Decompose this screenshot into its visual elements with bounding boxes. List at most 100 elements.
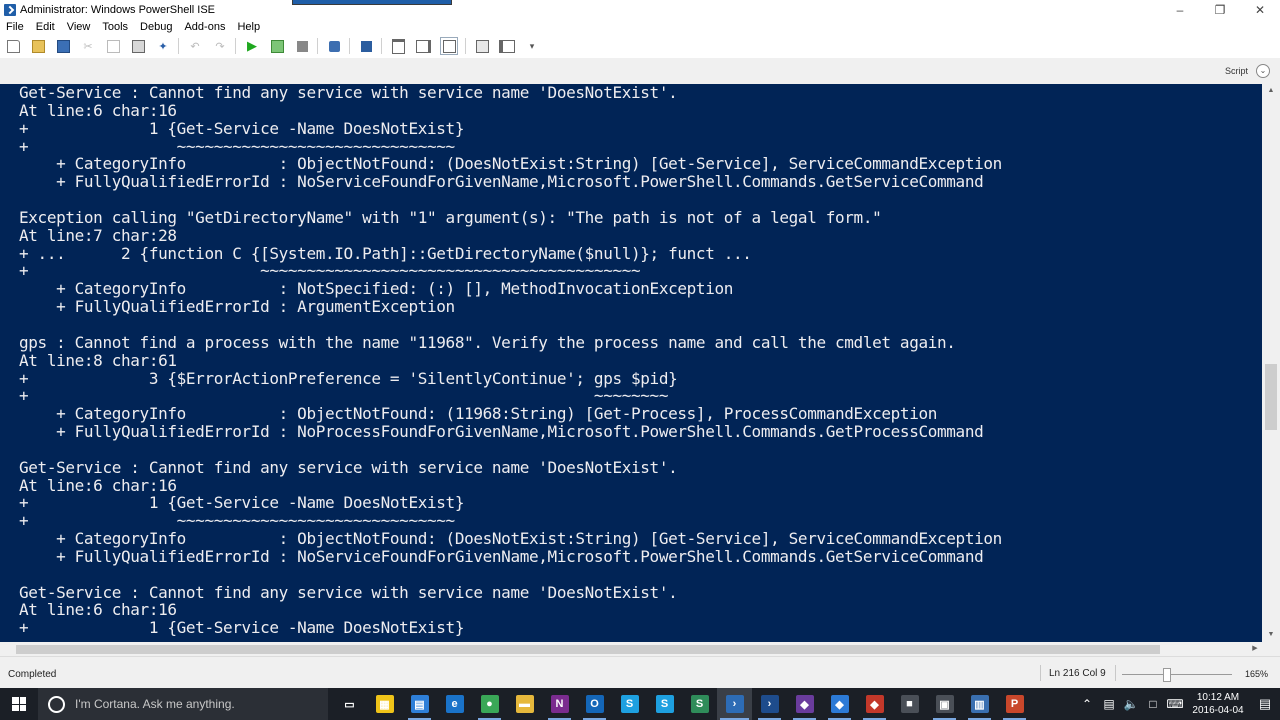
volume-icon[interactable]: 🔈 bbox=[1120, 697, 1142, 711]
taskbar-app-folder[interactable]: ▬ bbox=[507, 688, 542, 720]
taskbar-app-task-view[interactable]: ▭ bbox=[332, 688, 367, 720]
skype-business-icon: S bbox=[655, 695, 674, 713]
stop-icon[interactable] bbox=[294, 38, 310, 54]
menu-tools[interactable]: Tools bbox=[96, 21, 134, 33]
cortana-search-box[interactable]: I'm Cortana. Ask me anything. bbox=[38, 688, 328, 720]
console-vertical-scrollbar[interactable]: ▲ ▼ bbox=[1262, 84, 1280, 642]
vertical-scroll-thumb[interactable] bbox=[1265, 364, 1277, 430]
cursor-position: Ln 216 Col 9 bbox=[1049, 668, 1106, 679]
taskbar-app-network[interactable]: ▥ bbox=[962, 688, 997, 720]
folder-icon: ▬ bbox=[515, 695, 534, 713]
menu-debug[interactable]: Debug bbox=[134, 21, 178, 33]
menu-help[interactable]: Help bbox=[231, 21, 266, 33]
new-remote-tab-icon[interactable] bbox=[326, 38, 342, 54]
console-line: Exception calling "GetDirectoryName" wit… bbox=[19, 207, 882, 227]
network-icon[interactable]: ▤ bbox=[1098, 697, 1120, 711]
redo-icon[interactable]: ↷ bbox=[212, 38, 228, 54]
clear-console-icon[interactable]: ✦ bbox=[155, 38, 171, 54]
scroll-right-icon[interactable]: ▶ bbox=[1248, 642, 1262, 656]
run-script-icon[interactable]: ▶ bbox=[244, 38, 260, 54]
undo-icon[interactable]: ↶ bbox=[187, 38, 203, 54]
show-script-top-icon[interactable] bbox=[390, 38, 406, 54]
script-pane-label[interactable]: Script bbox=[1225, 66, 1248, 76]
console-line: + ~~~~~~~~~~~~~~~~~~~~~~~~~~~~~~ bbox=[19, 511, 455, 531]
save-icon[interactable] bbox=[55, 38, 71, 54]
show-hidden-icons-icon[interactable]: ⌃ bbox=[1076, 697, 1098, 711]
horizontal-scroll-thumb[interactable] bbox=[16, 645, 1160, 654]
console-horizontal-scrollbar[interactable]: ▶ bbox=[0, 642, 1262, 656]
zoom-slider-thumb[interactable] bbox=[1163, 668, 1171, 682]
skype-icon: S bbox=[620, 695, 639, 713]
taskbar-app-visual-studio[interactable]: ◆ bbox=[787, 688, 822, 720]
calculator-icon: ▦ bbox=[375, 695, 394, 713]
cortana-placeholder: I'm Cortana. Ask me anything. bbox=[75, 697, 235, 711]
message-icon[interactable]: □ bbox=[1142, 697, 1164, 711]
taskbar-app-onenote[interactable]: N bbox=[542, 688, 577, 720]
paste-icon[interactable] bbox=[130, 38, 146, 54]
console-line: + CategoryInfo : ObjectNotFound: (DoesNo… bbox=[19, 529, 1002, 549]
close-button[interactable]: ✕ bbox=[1240, 0, 1280, 20]
powershell-ise-icon bbox=[4, 4, 16, 16]
open-folder-icon[interactable] bbox=[30, 38, 46, 54]
taskbar-app-powerpoint[interactable]: P bbox=[997, 688, 1032, 720]
console-line: + FullyQualifiedErrorId : NoServiceFound… bbox=[19, 172, 984, 192]
console-line: + CategoryInfo : ObjectNotFound: (DoesNo… bbox=[19, 154, 1002, 174]
cut-icon[interactable]: ✂ bbox=[80, 38, 96, 54]
chrome-icon: ● bbox=[480, 695, 499, 713]
show-addon-icon[interactable] bbox=[499, 38, 515, 54]
taskbar-app-terminal[interactable]: ▣ bbox=[927, 688, 962, 720]
console-line: At line:8 char:61 bbox=[19, 350, 177, 370]
status-separator bbox=[1040, 665, 1041, 681]
taskbar-app-outlook[interactable]: O bbox=[577, 688, 612, 720]
taskbar-clock[interactable]: 10:12 AM 2016-04-04 bbox=[1186, 691, 1250, 717]
new-file-icon[interactable] bbox=[5, 38, 21, 54]
window-drag-indicator bbox=[292, 0, 452, 5]
menu-addons[interactable]: Add-ons bbox=[178, 21, 231, 33]
console-line: + 1 {Get-Service -Name DoesNotExist} bbox=[19, 118, 465, 138]
toolbar-separator bbox=[178, 38, 179, 54]
taskbar-app-powershell-ise[interactable]: › bbox=[717, 688, 752, 720]
show-script-right-icon[interactable] bbox=[415, 38, 431, 54]
start-button[interactable] bbox=[0, 688, 38, 720]
scroll-up-icon[interactable]: ▲ bbox=[1262, 84, 1280, 98]
taskbar-app-calculator[interactable]: ▦ bbox=[367, 688, 402, 720]
taskbar-app-skype[interactable]: S bbox=[612, 688, 647, 720]
taskbar: I'm Cortana. Ask me anything. ▭ ▦ ▤ e ● ▬ N O S S… bbox=[0, 688, 1280, 720]
taskbar-app-chrome[interactable]: ● bbox=[472, 688, 507, 720]
console-line: Get-Service : Cannot find any service wi… bbox=[19, 84, 678, 102]
taskbar-app-camera[interactable]: ■ bbox=[892, 688, 927, 720]
taskbar-app-sway[interactable]: S bbox=[682, 688, 717, 720]
taskbar-app-powershell[interactable]: › bbox=[752, 688, 787, 720]
menu-file[interactable]: File bbox=[0, 21, 30, 33]
copy-icon[interactable] bbox=[105, 38, 121, 54]
chevron-down-icon[interactable]: ⌄ bbox=[1256, 64, 1270, 78]
file-explorer-icon: ▤ bbox=[410, 695, 429, 713]
menu-edit[interactable]: Edit bbox=[30, 21, 61, 33]
taskbar-app-file-explorer[interactable]: ▤ bbox=[402, 688, 437, 720]
console-line: Get-Service : Cannot find any service wi… bbox=[19, 582, 678, 602]
console-pane[interactable]: Get-Service : Cannot find any service wi… bbox=[0, 84, 1262, 642]
keyboard-icon[interactable]: ⌨ bbox=[1164, 697, 1186, 711]
console-line: + ~~~~~~~~~~~~~~~~~~~~~~~~~~~~~~~~~~~~~~… bbox=[19, 261, 641, 281]
toolbar-overflow-icon[interactable]: ▾ bbox=[524, 38, 540, 54]
git-icon: ◆ bbox=[865, 695, 884, 713]
console-line: + 3 {$ErrorActionPreference = 'SilentlyC… bbox=[19, 368, 678, 388]
show-script-max-icon[interactable] bbox=[440, 37, 458, 55]
restore-button[interactable]: ❐ bbox=[1200, 0, 1240, 20]
clock-time: 10:12 AM bbox=[1196, 692, 1240, 703]
show-command-icon[interactable] bbox=[474, 38, 490, 54]
minimize-button[interactable]: – bbox=[1160, 0, 1200, 20]
console-line: + FullyQualifiedErrorId : NoServiceFound… bbox=[19, 546, 984, 566]
taskbar-app-git[interactable]: ◆ bbox=[857, 688, 892, 720]
taskbar-app-edge[interactable]: e bbox=[437, 688, 472, 720]
action-center-icon[interactable]: ▤ bbox=[1250, 696, 1280, 712]
taskbar-app-skype-business[interactable]: S bbox=[647, 688, 682, 720]
zoom-slider-track[interactable] bbox=[1122, 674, 1232, 675]
run-selection-icon[interactable] bbox=[269, 38, 285, 54]
scroll-down-icon[interactable]: ▼ bbox=[1262, 628, 1280, 642]
start-powershell-icon[interactable] bbox=[358, 38, 374, 54]
taskbar-app-vscode[interactable]: ◆ bbox=[822, 688, 857, 720]
menu-view[interactable]: View bbox=[61, 21, 97, 33]
